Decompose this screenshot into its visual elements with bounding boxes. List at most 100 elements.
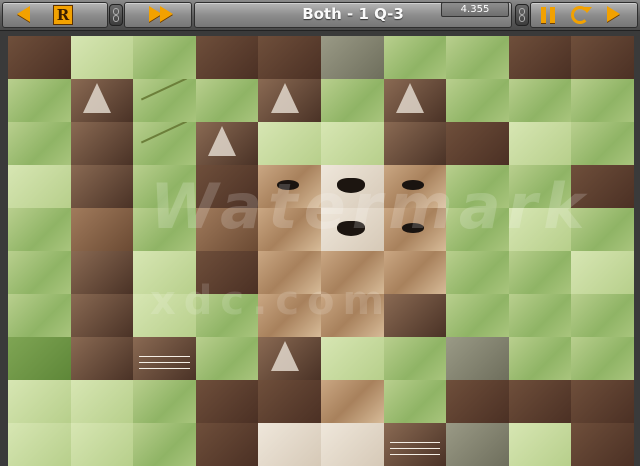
puzzle-tile[interactable] [446,337,509,380]
puzzle-tile[interactable] [508,337,572,380]
puzzle-tile[interactable] [70,36,134,79]
puzzle-tile[interactable] [508,79,572,122]
puzzle-tile[interactable] [70,294,134,337]
puzzle-tile[interactable] [446,423,509,466]
puzzle-tile[interactable] [258,251,321,294]
puzzle-tile[interactable] [133,165,196,208]
arrow-right-icon[interactable] [607,6,620,22]
puzzle-tile[interactable] [195,122,259,165]
puzzle-tile[interactable] [571,423,634,466]
puzzle-tile[interactable] [446,122,509,165]
puzzle-tile[interactable] [258,380,321,423]
restart-icon[interactable] [571,6,592,24]
puzzle-tile[interactable] [8,251,71,294]
puzzle-tile[interactable] [571,294,634,337]
puzzle-tile[interactable] [195,36,259,79]
puzzle-tile[interactable] [8,423,71,466]
puzzle-tile[interactable] [70,337,134,380]
puzzle-tile[interactable] [383,294,447,337]
puzzle-tile[interactable] [383,122,447,165]
puzzle-tile[interactable] [446,294,509,337]
puzzle-tile[interactable] [320,36,384,79]
puzzle-tile[interactable] [383,251,447,294]
puzzle-tile[interactable] [195,380,259,423]
puzzle-tile[interactable] [8,380,71,423]
puzzle-tile[interactable] [383,36,447,79]
puzzle-tile[interactable] [508,423,572,466]
puzzle-tile[interactable] [383,380,447,423]
puzzle-tile[interactable] [70,423,134,466]
pause-icon[interactable] [541,7,555,23]
puzzle-tile[interactable] [133,423,196,466]
puzzle-tile[interactable] [8,294,71,337]
puzzle-tile[interactable] [571,165,634,208]
puzzle-tile[interactable] [195,208,259,251]
puzzle-tile[interactable] [320,122,384,165]
puzzle-tile[interactable] [133,208,196,251]
puzzle-tile[interactable] [70,122,134,165]
puzzle-tile[interactable] [508,36,572,79]
puzzle-tile[interactable] [383,165,447,208]
puzzle-tile[interactable] [446,380,509,423]
puzzle-tile[interactable] [446,251,509,294]
puzzle-tile[interactable] [8,122,71,165]
fast-forward-icon[interactable] [149,6,175,22]
puzzle-tile[interactable] [320,79,384,122]
puzzle-tile[interactable] [508,208,572,251]
puzzle-tile[interactable] [133,36,196,79]
puzzle-tile[interactable] [508,122,572,165]
puzzle-tile[interactable] [258,36,321,79]
puzzle-tile[interactable] [195,165,259,208]
puzzle-tile[interactable] [383,79,447,122]
puzzle-tile[interactable] [70,79,134,122]
puzzle-tile[interactable] [8,165,71,208]
puzzle-tile[interactable] [195,294,259,337]
puzzle-tile[interactable] [320,251,384,294]
r-icon[interactable]: R [53,5,73,25]
puzzle-tile[interactable] [383,337,447,380]
puzzle-tile[interactable] [320,208,384,251]
puzzle-tile[interactable] [133,337,196,380]
puzzle-tile[interactable] [508,251,572,294]
puzzle-tile[interactable] [133,294,196,337]
puzzle-tile[interactable] [8,337,71,380]
puzzle-tile[interactable] [320,380,384,423]
puzzle-tile[interactable] [70,165,134,208]
puzzle-tile[interactable] [258,423,321,466]
puzzle-tile[interactable] [195,423,259,466]
puzzle-tile[interactable] [320,165,384,208]
puzzle-tile[interactable] [8,36,71,79]
puzzle-tile[interactable] [133,380,196,423]
puzzle-tile[interactable] [571,122,634,165]
puzzle-tile[interactable] [571,337,634,380]
puzzle-tile[interactable] [320,337,384,380]
puzzle-tile[interactable] [133,79,196,122]
puzzle-tile[interactable] [258,122,321,165]
puzzle-tile[interactable] [508,165,572,208]
puzzle-tile[interactable] [571,380,634,423]
puzzle-tile[interactable] [508,294,572,337]
puzzle-tile[interactable] [70,251,134,294]
puzzle-tile[interactable] [195,79,259,122]
puzzle-tile[interactable] [571,36,634,79]
puzzle-tile[interactable] [571,251,634,294]
puzzle-tile[interactable] [571,208,634,251]
puzzle-tile[interactable] [446,36,509,79]
puzzle-tile[interactable] [8,79,71,122]
puzzle-tile[interactable] [383,208,447,251]
puzzle-tile[interactable] [8,208,71,251]
puzzle-tile[interactable] [70,208,134,251]
puzzle-tile[interactable] [195,251,259,294]
puzzle-tile[interactable] [195,337,259,380]
puzzle-tile[interactable] [258,337,321,380]
puzzle-tile[interactable] [446,79,509,122]
puzzle-tile[interactable] [133,251,196,294]
puzzle-tile[interactable] [320,423,384,466]
puzzle-tile[interactable] [258,79,321,122]
arrow-left-icon[interactable] [17,6,30,22]
puzzle-tile[interactable] [70,380,134,423]
puzzle-tile[interactable] [571,79,634,122]
puzzle-tile[interactable] [258,165,321,208]
puzzle-tile[interactable] [133,122,196,165]
puzzle-tile[interactable] [508,380,572,423]
